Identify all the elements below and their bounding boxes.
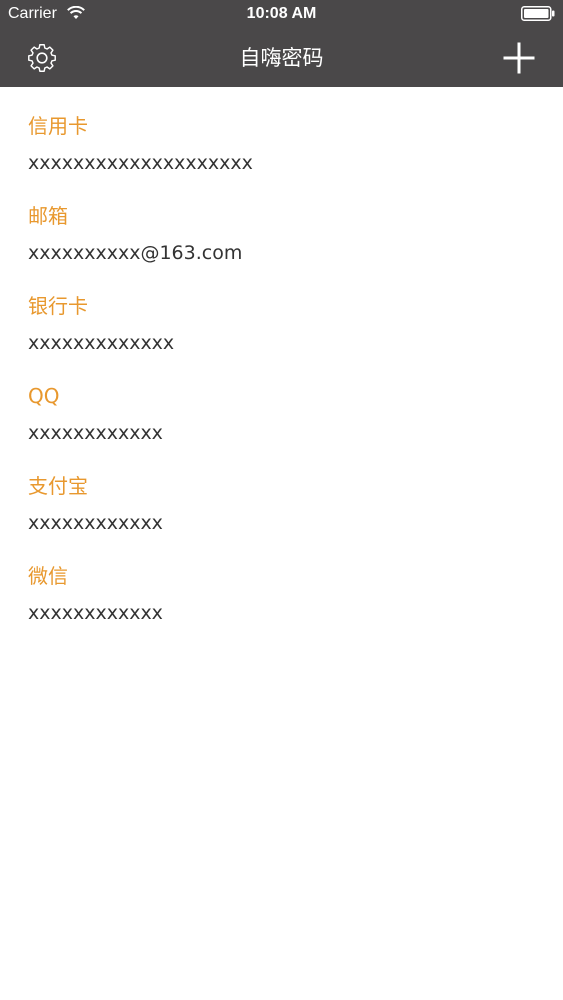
battery-icon [521, 6, 555, 21]
status-time: 10:08 AM [246, 5, 317, 22]
item-value: xxxxxxxxxxxx [28, 422, 163, 444]
item-title: QQ [28, 384, 60, 408]
item-title: 支付宝 [28, 474, 88, 498]
item-value: xxxxxxxxxx@163.com [28, 242, 243, 264]
list-item-qq[interactable]: QQ xxxxxxxxxxxx [0, 357, 563, 447]
item-title: 银行卡 [28, 294, 88, 318]
item-value: xxxxxxxxxxxxx [28, 332, 175, 354]
top-bar: Carrier 10:08 AM 自嗨密码 [0, 0, 563, 87]
list-item-email[interactable]: 邮箱 xxxxxxxxxx@163.com [0, 177, 563, 267]
add-button[interactable] [503, 42, 535, 74]
item-value: xxxxxxxxxxxxxxxxxxxx [28, 152, 253, 174]
item-value: xxxxxxxxxxxx [28, 512, 163, 534]
status-bar: Carrier 10:08 AM [0, 0, 563, 30]
item-title: 微信 [28, 564, 68, 588]
list-item-wechat[interactable]: 微信 xxxxxxxxxxxx [0, 537, 563, 627]
item-title: 邮箱 [28, 204, 68, 228]
list-item-alipay[interactable]: 支付宝 xxxxxxxxxxxx [0, 447, 563, 537]
password-list: 信用卡 xxxxxxxxxxxxxxxxxxxx 邮箱 xxxxxxxxxx@1… [0, 87, 563, 627]
plus-icon [503, 42, 535, 74]
page-title: 自嗨密码 [239, 46, 324, 70]
list-item-credit-card[interactable]: 信用卡 xxxxxxxxxxxxxxxxxxxx [0, 87, 563, 177]
list-item-bank-card[interactable]: 银行卡 xxxxxxxxxxxxx [0, 267, 563, 357]
item-value: xxxxxxxxxxxx [28, 602, 163, 624]
navigation-bar: 自嗨密码 [0, 30, 563, 87]
item-title: 信用卡 [28, 114, 88, 138]
